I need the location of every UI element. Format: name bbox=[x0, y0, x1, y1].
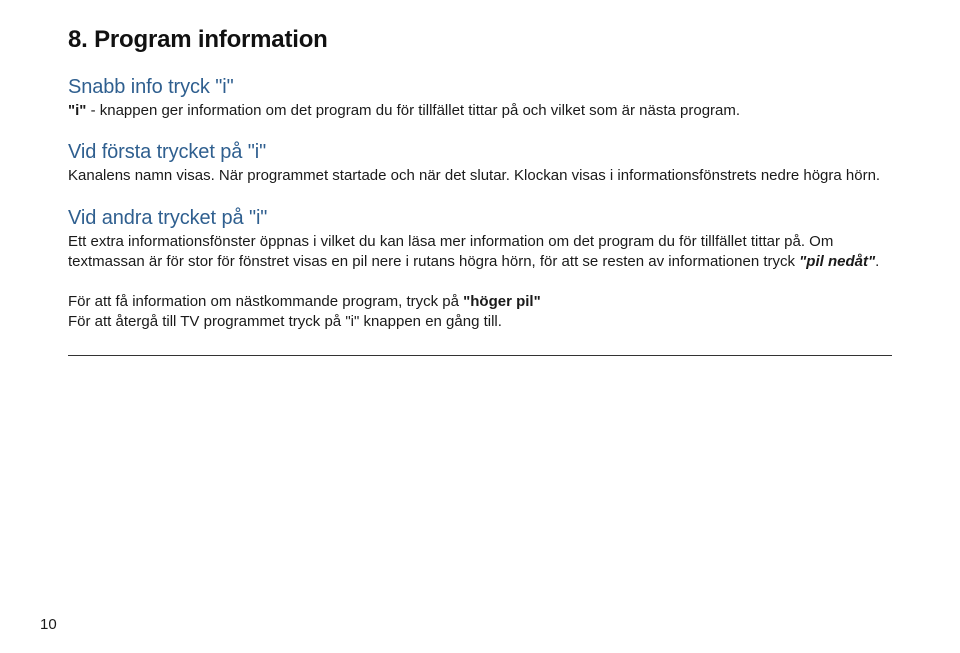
bold-i: "i" bbox=[68, 102, 86, 119]
bold-hoger-pil: "höger pil" bbox=[463, 293, 541, 310]
line2-a: För att få information om nästkommande p… bbox=[68, 293, 463, 310]
body-andra-tryck-2: För att få information om nästkommande p… bbox=[68, 292, 892, 333]
body-snabb-info-rest: - knappen ger information om det program… bbox=[86, 102, 740, 119]
subheading-andra-tryck: Vid andra trycket på "i" bbox=[68, 207, 892, 230]
section-title: 8. Program information bbox=[68, 26, 892, 54]
divider bbox=[68, 355, 892, 356]
line3: För att återgå till TV programmet tryck … bbox=[68, 313, 502, 330]
body-andra-tryck-1: Ett extra informationsfönster öppnas i v… bbox=[68, 232, 892, 273]
body-snabb-info: "i" - knappen ger information om det pro… bbox=[68, 101, 892, 121]
body-andra-tail: . bbox=[875, 253, 879, 270]
subheading-forsta-tryck: Vid första trycket på "i" bbox=[68, 141, 892, 164]
subheading-snabb-info: Snabb info tryck "i" bbox=[68, 76, 892, 99]
body-andra-a: Ett extra informationsfönster öppnas i v… bbox=[68, 233, 833, 270]
bold-pil-nedat: "pil nedåt" bbox=[799, 253, 875, 270]
page-number: 10 bbox=[40, 616, 57, 633]
body-forsta-tryck: Kanalens namn visas. När programmet star… bbox=[68, 166, 892, 186]
